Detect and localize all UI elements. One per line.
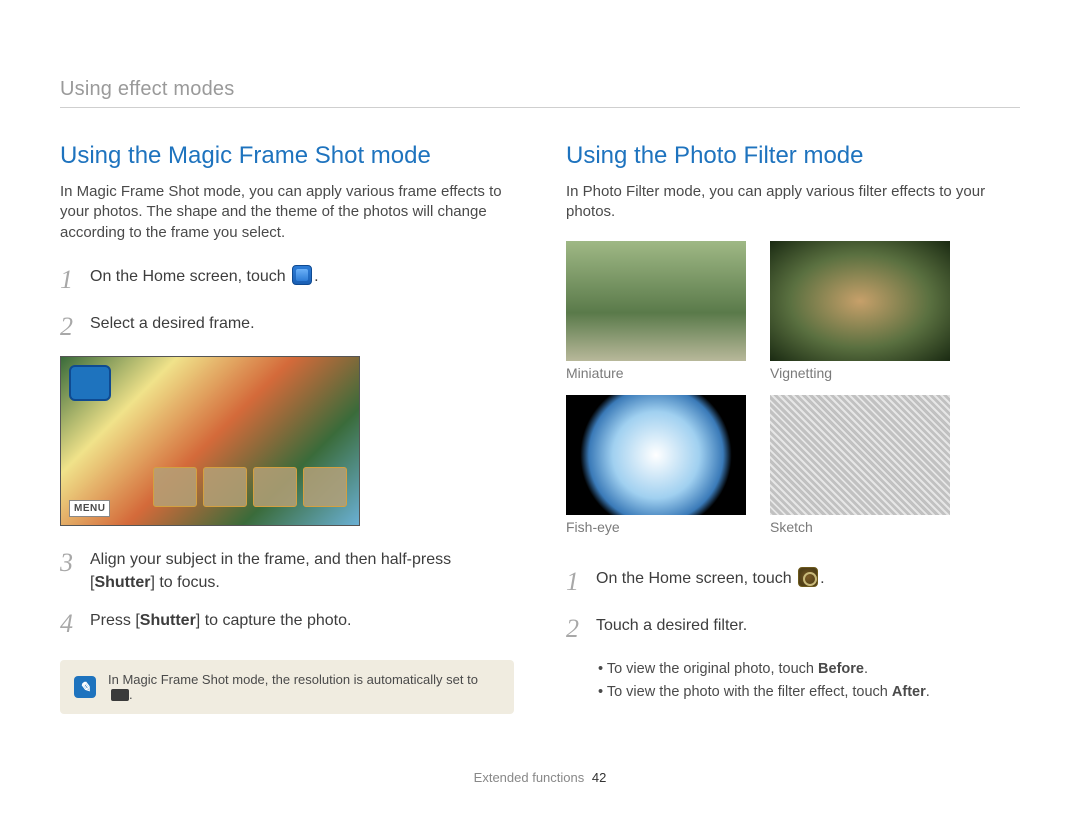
step-text-content: On the Home screen, touch	[596, 570, 796, 587]
page-number: 42	[592, 770, 606, 785]
right-step-1: 1 On the Home screen, touch .	[566, 563, 1020, 601]
bullet-after: To view the photo with the filter effect…	[598, 681, 1020, 704]
thumb-vignetting	[770, 241, 950, 361]
step-post: ] to focus.	[150, 574, 219, 591]
step-2: 2 Select a desired frame.	[60, 308, 514, 346]
frame-thumb	[153, 467, 197, 507]
step-3: 3 Align your subject in the frame, and t…	[60, 544, 514, 594]
caption-sketch: Sketch	[770, 519, 950, 535]
step-number: 2	[566, 610, 584, 648]
step-number: 1	[60, 261, 78, 299]
step-text: Select a desired frame.	[90, 308, 255, 335]
frame-thumbnails	[153, 467, 347, 507]
bullet-bold: Before	[818, 661, 864, 677]
caption-fisheye: Fish-eye	[566, 519, 746, 535]
bullet-pre: To view the photo with the filter effect…	[607, 684, 892, 700]
footer-section: Extended functions	[474, 770, 585, 785]
page-section-header: Using effect modes	[60, 78, 1020, 108]
right-step-2: 2 Touch a desired filter.	[566, 610, 1020, 648]
step-text: On the Home screen, touch .	[90, 261, 319, 288]
photo-filter-icon	[798, 567, 818, 587]
note-icon: ✎	[74, 676, 96, 698]
camera-screenshot: MENU	[60, 356, 360, 526]
right-title: Using the Photo Filter mode	[566, 142, 1020, 170]
caption-miniature: Miniature	[566, 365, 746, 381]
thumb-miniature	[566, 241, 746, 361]
page-footer: Extended functions 42	[0, 770, 1080, 785]
resolution-icon	[111, 689, 129, 701]
step-text: Align your subject in the frame, and the…	[90, 544, 514, 594]
step-pre: Press [	[90, 612, 140, 629]
thumb-sketch	[770, 395, 950, 515]
mode-icon	[69, 365, 111, 401]
thumb-cell: Sketch	[770, 395, 950, 543]
frame-thumb	[203, 467, 247, 507]
thumb-cell: Miniature	[566, 241, 746, 389]
magic-frame-icon	[292, 265, 312, 285]
bullet-pre: To view the original photo, touch	[607, 661, 818, 677]
thumb-cell: Fish-eye	[566, 395, 746, 543]
bullet-bold: After	[892, 684, 926, 700]
filter-thumbnails: Miniature Vignetting Fish-eye Sketch	[566, 241, 1020, 543]
note-box: ✎ In Magic Frame Shot mode, the resoluti…	[60, 660, 514, 714]
frame-thumb	[303, 467, 347, 507]
step-number: 1	[566, 563, 584, 601]
right-column: Using the Photo Filter mode In Photo Fil…	[566, 142, 1020, 714]
step-text: Press [Shutter] to capture the photo.	[90, 605, 351, 632]
bullet-post: .	[926, 684, 930, 700]
bullet-before: To view the original photo, touch Before…	[598, 658, 1020, 681]
note-text-content: In Magic Frame Shot mode, the resolution…	[108, 672, 478, 687]
note-text: In Magic Frame Shot mode, the resolution…	[108, 672, 500, 702]
thumb-cell: Vignetting	[770, 241, 950, 389]
step-number: 4	[60, 605, 78, 643]
step-1: 1 On the Home screen, touch .	[60, 261, 514, 299]
menu-button-label: MENU	[69, 500, 110, 517]
left-intro: In Magic Frame Shot mode, you can apply …	[60, 182, 514, 243]
step-bold: Shutter	[94, 574, 150, 591]
content-columns: Using the Magic Frame Shot mode In Magic…	[60, 142, 1020, 714]
step-post: ] to capture the photo.	[196, 612, 352, 629]
left-title: Using the Magic Frame Shot mode	[60, 142, 514, 170]
step-text: Touch a desired filter.	[596, 610, 747, 637]
caption-vignetting: Vignetting	[770, 365, 950, 381]
step-text: On the Home screen, touch .	[596, 563, 825, 590]
bullet-post: .	[864, 661, 868, 677]
step-4: 4 Press [Shutter] to capture the photo.	[60, 605, 514, 643]
right-intro: In Photo Filter mode, you can apply vari…	[566, 182, 1020, 223]
step-number: 2	[60, 308, 78, 346]
left-column: Using the Magic Frame Shot mode In Magic…	[60, 142, 514, 714]
bullet-list: To view the original photo, touch Before…	[566, 658, 1020, 704]
step-text-content: On the Home screen, touch	[90, 268, 290, 285]
frame-thumb	[253, 467, 297, 507]
step-number: 3	[60, 544, 78, 582]
step-bold: Shutter	[140, 612, 196, 629]
thumb-fisheye	[566, 395, 746, 515]
